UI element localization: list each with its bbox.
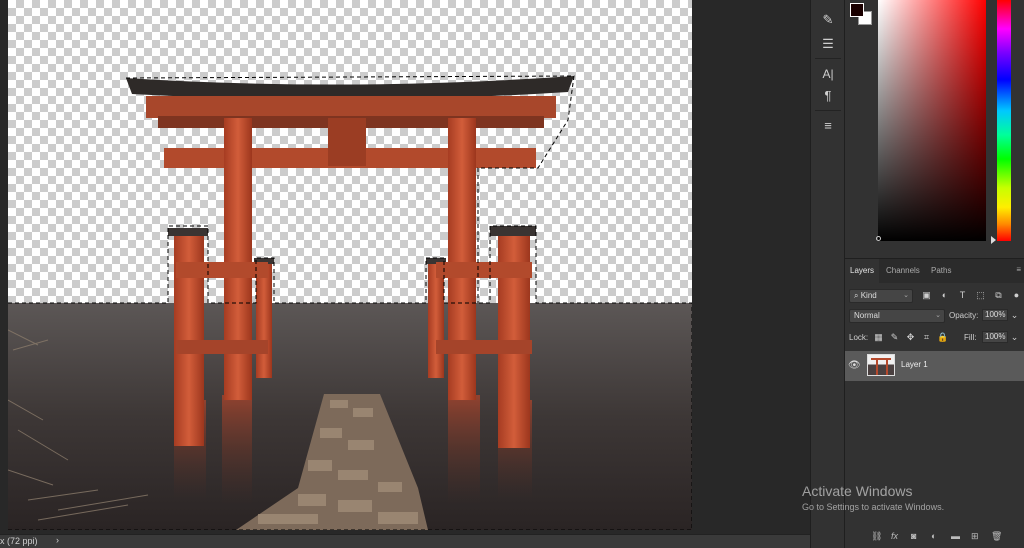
strip-divider [815,58,841,59]
tab-paths[interactable]: Paths [926,259,956,283]
color-field[interactable] [878,0,986,241]
filter-toggle-icon[interactable]: ● [1011,289,1022,301]
lock-pixels-icon[interactable]: ✎ [889,331,900,343]
chevron-down-icon: ⌄ [903,292,909,299]
opacity-label: Opacity: [949,311,979,320]
opacity-input[interactable]: 100% [982,309,1008,321]
layer-filter-select[interactable]: ⌕ Kind ⌄ [849,289,913,303]
pixel-filter-icon[interactable]: ▣ [921,289,932,301]
layer-thumbnail [867,354,895,376]
tab-layers[interactable]: Layers [845,259,880,283]
adjust-sliders-icon[interactable]: ☰ [817,34,839,54]
layer-name[interactable]: Layer 1 [901,360,928,369]
hue-slider[interactable] [997,0,1011,241]
blend-row: Normal ⌄ Opacity: 100% ⌄ [845,309,1024,329]
adjustment-filter-icon[interactable]: ◐ [939,289,950,301]
brush-settings-icon[interactable]: ✎ [817,10,839,30]
canvas-area[interactable] [0,0,810,534]
smart-object-filter-icon[interactable]: ⧉ [993,289,1004,301]
chevron-down-icon[interactable]: ⌄ [1009,331,1020,343]
add-mask-icon[interactable]: ◙ [911,531,916,541]
shape-filter-icon[interactable]: ⬚ [975,289,986,301]
lock-all-icon[interactable]: 🔒 [937,331,948,343]
hue-slider-caret[interactable] [991,236,996,244]
filter-row: ⌕ Kind ⌄ ▣ ◐ T ⬚ ⧉ ● [845,289,1024,309]
blend-mode-select[interactable]: Normal ⌄ [849,309,945,323]
thumbnail-post [876,359,878,375]
lock-row: Lock: ▦ ✎ ✥ ⌗ 🔒 Fill: 100% ⌄ [845,331,1024,351]
lock-transparent-icon[interactable]: ▦ [873,331,884,343]
fill-input[interactable]: 100% [982,331,1008,343]
chevron-down-icon[interactable]: ⌄ [1009,309,1020,321]
new-layer-icon[interactable]: ⊞ [971,531,979,542]
panel-icon-strip: ✎ ☰ A| ¶ ≡ [810,0,844,548]
link-layers-icon[interactable]: ⛓ [871,531,882,542]
blend-mode-value: Normal [854,311,880,320]
lock-label: Lock: [849,333,869,342]
color-panel [845,0,1024,255]
layers-footer: ⛓ fx ◙ ◐ ▬ ⊞ 🗑 [845,529,1024,545]
fx-icon[interactable]: fx [891,531,898,541]
chevron-down-icon: ⌄ [935,312,941,319]
lock-position-icon[interactable]: ✥ [905,331,916,343]
tab-channels[interactable]: Channels [881,259,925,283]
torii-image [8,75,692,530]
search-icon: ⌕ [854,291,861,300]
visibility-eye-icon[interactable]: 👁 [848,360,861,371]
type-filter-icon[interactable]: T [957,289,968,301]
status-bar: x (72 ppi) › [0,534,810,548]
character-icon[interactable]: A| [817,64,839,84]
fill-label: Fill: [964,333,977,342]
properties-icon[interactable]: ≡ [817,116,839,136]
strip-divider [815,110,841,111]
adjustment-layer-icon[interactable]: ◐ [931,531,936,541]
paragraph-icon[interactable]: ¶ [817,86,839,106]
delete-layer-icon[interactable]: 🗑 [991,531,1002,542]
document-canvas[interactable] [8,0,692,530]
right-panel: Layers Channels Paths ≡ ⌕ Kind ⌄ ▣ ◐ T ⬚… [844,0,1024,548]
thumbnail-beam [871,358,891,360]
layers-panel-tabs: Layers Channels Paths ≡ [845,259,1024,283]
thumbnail-post [886,359,888,375]
layers-panel: Layers Channels Paths ≡ ⌕ Kind ⌄ ▣ ◐ T ⬚… [845,258,1024,548]
filter-kind-label: Kind [860,291,877,300]
lock-artboard-icon[interactable]: ⌗ [921,331,932,343]
foreground-color-swatch[interactable] [850,3,864,17]
photoshop-window: x (72 ppi) › ✎ ☰ A| ¶ ≡ Layers Channels … [0,0,1024,548]
panel-menu-icon[interactable]: ≡ [1016,265,1021,274]
new-group-icon[interactable]: ▬ [951,531,960,541]
status-menu-arrow[interactable]: › [56,535,59,545]
doc-info: x (72 ppi) [0,536,38,546]
color-picker-marker[interactable] [876,236,881,241]
layer-row[interactable]: 👁 Layer 1 [845,351,1024,381]
